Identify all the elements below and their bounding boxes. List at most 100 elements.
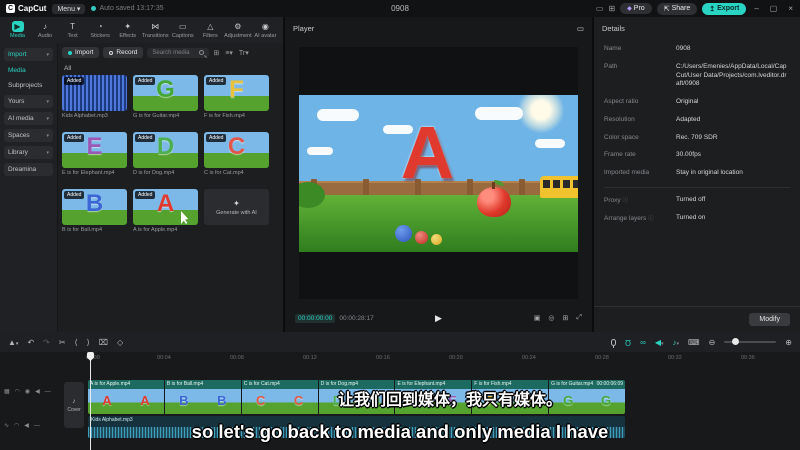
sidebar-item-ai-media[interactable]: AI media ▾ [4,112,53,125]
modify-button[interactable]: Modify [749,313,790,326]
record-button[interactable]: Record [103,47,144,58]
tab-media[interactable]: ▶ Media [4,21,31,39]
tab-audio[interactable]: ♪ Audio [32,21,59,39]
capcut-logo-icon: C [6,4,15,13]
cloud-graphic [307,146,333,155]
magnet-snap-icon[interactable]: Ω [625,338,631,347]
tab-filters[interactable]: △ Filters [197,21,224,39]
tab-text[interactable]: T Text [59,21,86,39]
menu-button[interactable]: Menu ▾ [52,3,86,14]
filters-icon: △ [207,22,214,31]
sidebar-item-yours[interactable]: Yours ▾ [4,95,53,108]
sidebar-item-dreamina[interactable]: Dreamina [4,163,53,176]
maximize-button[interactable]: ▢ [767,4,781,13]
minimize-button[interactable]: – [751,4,761,13]
layout-toggle-icon[interactable]: ▭ [596,4,604,13]
ruler-tick: 00:28 [595,355,609,361]
media-item-audio[interactable]: Added Kids Alphabet.mp3 [62,75,129,132]
video-preview: A [299,94,578,252]
sidebar-item-import[interactable]: Import ▾ [4,48,53,61]
shortcut-keyboard-icon[interactable]: ⌨ [688,338,700,347]
search-input[interactable]: Search media [147,47,210,58]
media-item-selected[interactable]: Added A A is for Apple.mp4 [133,189,200,246]
preview-audio-icon[interactable]: ♪▾ [673,338,680,347]
snap-preview-icon[interactable]: ◎ [548,314,554,322]
tab-captions[interactable]: ▭ Captions [169,21,196,39]
info-icon: ⓘ [622,197,628,204]
tab-ai-avatar[interactable]: ◉ AI avatar [252,21,279,39]
search-icon [199,50,205,55]
media-item[interactable]: Added D D is for Dog.mp4 [133,132,200,189]
yellow-ball-graphic [431,233,442,245]
zoom-out-icon[interactable]: ⊖ [709,338,716,347]
player-detach-icon[interactable]: ▭ [577,24,584,33]
timeline-ruler[interactable]: 00:00 00:04 00:08 00:12 00:16 00:20 00:2… [0,352,800,366]
undo-icon[interactable]: ↶ [27,338,34,347]
chevron-down-icon: ▾ [46,51,49,58]
sidebar-item-spaces[interactable]: Spaces ▾ [4,129,53,142]
media-item[interactable]: Added C C is for Cat.mp4 [204,132,271,189]
redo-icon[interactable]: ↷ [43,338,50,347]
trim-left-icon[interactable]: ⟨ [75,338,78,347]
media-item[interactable]: Added F F is for Fish.mp4 [204,75,271,132]
tab-stickers[interactable]: ◔ Stickers [87,21,114,39]
media-item[interactable]: Added E E is for Elephant.mp4 [62,132,129,189]
media-toolbar: Import Record Search media ⊞ ≡▾ Tr▾ [62,47,249,58]
keyframe-icon[interactable]: ◇ [117,338,123,347]
zoom-slider-knob[interactable] [732,338,740,345]
stickers-icon: ◔ [97,22,103,31]
grid-view-icon[interactable]: ⊞ [213,49,219,57]
media-item[interactable]: Added B B is for Ball.mp4 [62,189,129,246]
cloud-graphic [535,138,565,148]
chevron-down-icon: ▾ [46,115,49,122]
player-viewport[interactable]: A [299,47,578,299]
play-button[interactable]: ▶ [435,313,442,324]
info-icon: ⓘ [648,215,654,222]
trim-right-icon[interactable]: ⟩ [87,338,90,347]
added-badge: Added [64,77,85,85]
export-button[interactable]: ↥ Export [702,2,747,15]
sidebar-item-subprojects[interactable]: Subprojects [4,80,53,91]
tab-adjustment[interactable]: ⚙ Adjustment [224,21,252,39]
detail-label: Frame rate [604,151,636,159]
autosave-status: Auto saved 13:17:35 [91,5,164,12]
select-tool-icon[interactable]: ▲▾ [8,338,18,347]
ratio-icon[interactable]: ⊞ [563,314,569,322]
mirror-preview-icon[interactable]: ▣ [534,314,541,322]
tab-effects[interactable]: ✦ Effects [114,21,141,39]
sparkle-icon: ✦ [233,198,240,208]
added-badge: Added [206,134,227,142]
close-button[interactable]: × [785,4,796,13]
record-voiceover-icon[interactable] [611,338,617,348]
chevron-down-icon: ▾ [76,5,81,13]
sidebar-item-media[interactable]: Media [4,65,53,76]
share-button[interactable]: ⇱ Share [656,2,698,15]
ruler-tick: 00:20 [449,355,463,361]
ai-avatar-icon: ◉ [261,22,269,31]
filter-icon[interactable]: Tr▾ [239,49,249,57]
fullscreen-icon[interactable]: ⤢ [576,314,582,322]
split-icon[interactable]: ✂ [59,338,66,347]
detail-value: Turned off [676,195,706,203]
ruler-tick: 00:32 [668,355,682,361]
letter-a-graphic: A [400,111,455,195]
generate-with-ai-card[interactable]: ✦ Generate with AI [204,189,271,246]
detail-value: Adapted [676,115,701,123]
sort-icon[interactable]: ≡▾ [225,49,233,57]
import-button[interactable]: Import [62,47,100,58]
detail-label: Proxy ⓘ [604,196,628,204]
link-clips-icon[interactable]: ∞ [640,338,646,347]
media-item[interactable]: Added G G is for Guitar.mp4 [133,75,200,132]
sidebar-item-library[interactable]: Library ▾ [4,146,53,159]
zoom-in-icon[interactable]: ⊕ [785,338,792,347]
current-time: 00:00:00:00 [295,313,336,323]
track-audio-icon[interactable]: ◀▾ [655,338,664,347]
pro-button[interactable]: ◆ Pro [620,3,652,14]
delete-icon[interactable]: ⌧ [99,338,108,347]
detail-value: Rec. 709 SDR [676,133,718,141]
tab-transitions[interactable]: ⋈ Transitions [142,21,169,39]
section-label: All [64,65,72,72]
panels-icon[interactable]: ⊞ [608,4,615,13]
timeline-zoom-slider[interactable] [724,338,777,345]
transitions-icon: ⋈ [151,22,160,31]
